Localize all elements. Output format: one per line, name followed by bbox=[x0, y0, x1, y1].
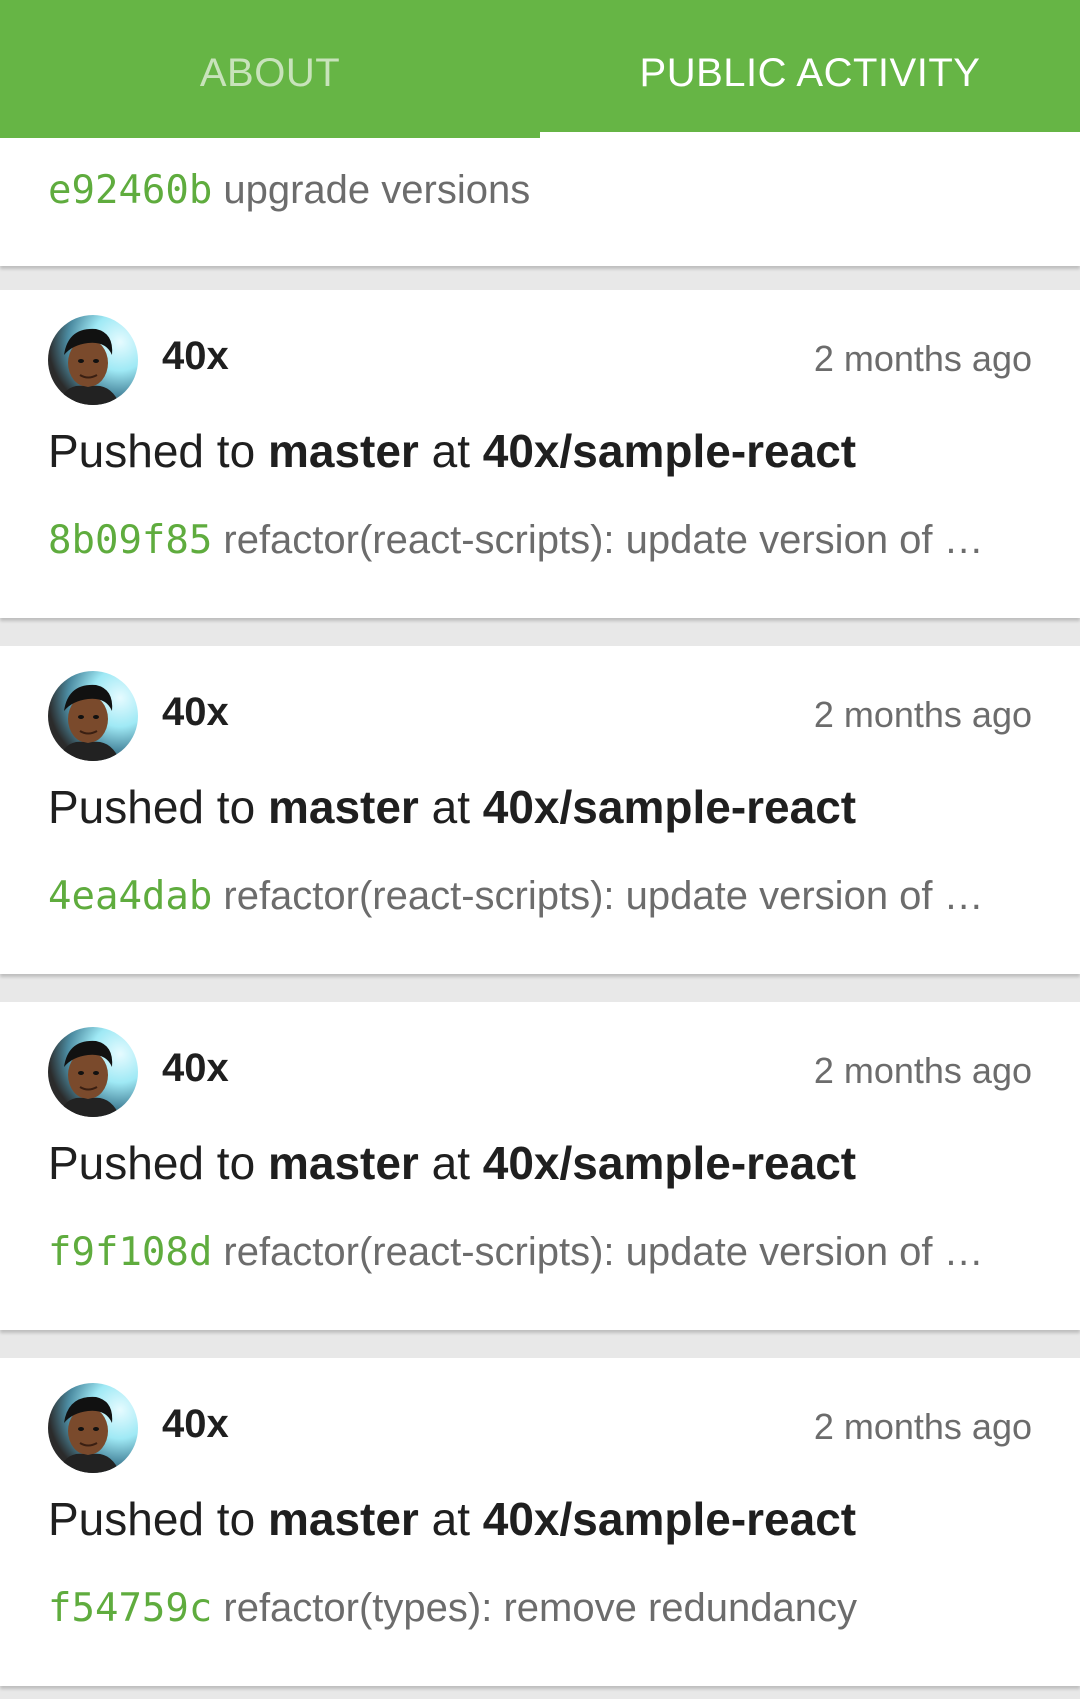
event-description: Pushed to master at 40x/sample-react bbox=[48, 780, 856, 834]
avatar[interactable] bbox=[48, 671, 138, 761]
commit-message: upgrade versions bbox=[223, 168, 531, 212]
avatar-face-icon bbox=[58, 1396, 120, 1473]
username[interactable]: 40x bbox=[162, 1046, 229, 1091]
commit-sha[interactable]: 8b09f85 bbox=[48, 518, 212, 563]
avatar-face-icon bbox=[58, 328, 120, 405]
event-repo[interactable]: 40x/sample-react bbox=[483, 781, 856, 833]
commit-sha[interactable]: 4ea4dab bbox=[48, 874, 212, 919]
event-description: Pushed to master at 40x/sample-react bbox=[48, 1136, 856, 1190]
event-preposition: at bbox=[431, 1493, 470, 1545]
username[interactable]: 40x bbox=[162, 690, 229, 735]
commit-message: refactor(react-scripts): update version … bbox=[223, 874, 984, 918]
timestamp: 2 months ago bbox=[813, 1406, 1032, 1447]
event-preposition: at bbox=[431, 425, 470, 477]
activity-card[interactable]: 40x 2 months ago Pushed to master at 40x… bbox=[0, 290, 1080, 618]
event-repo[interactable]: 40x/sample-react bbox=[483, 1493, 856, 1545]
event-action: Pushed to bbox=[48, 1137, 256, 1189]
event-repo[interactable]: 40x/sample-react bbox=[483, 1137, 856, 1189]
username[interactable]: 40x bbox=[162, 1402, 229, 1447]
avatar-face-icon bbox=[58, 684, 120, 761]
avatar[interactable] bbox=[48, 1027, 138, 1117]
commit-message: refactor(react-scripts): update version … bbox=[223, 1230, 984, 1274]
username[interactable]: 40x bbox=[162, 334, 229, 379]
event-branch[interactable]: master bbox=[268, 1137, 419, 1189]
commit-line[interactable]: e92460b upgrade versions bbox=[48, 168, 1028, 213]
event-branch[interactable]: master bbox=[268, 1493, 419, 1545]
avatar-face-icon bbox=[58, 1040, 120, 1117]
commit-line[interactable]: 4ea4dab refactor(react-scripts): update v… bbox=[48, 874, 1028, 919]
avatar[interactable] bbox=[48, 1383, 138, 1473]
event-action: Pushed to bbox=[48, 425, 256, 477]
commit-line[interactable]: f9f108d refactor(react-scripts): update v… bbox=[48, 1230, 1028, 1275]
activity-card-partial[interactable]: e92460b upgrade versions bbox=[0, 138, 1080, 266]
timestamp: 2 months ago bbox=[813, 338, 1032, 379]
commit-sha[interactable]: e92460b bbox=[48, 168, 212, 213]
activity-card[interactable]: 40x 2 months ago Pushed to master at 40x… bbox=[0, 1358, 1080, 1686]
event-description: Pushed to master at 40x/sample-react bbox=[48, 424, 856, 478]
timestamp: 2 months ago bbox=[813, 1050, 1032, 1091]
commit-message: refactor(types): remove redundancy bbox=[223, 1586, 857, 1630]
commit-line[interactable]: f54759c refactor(types): remove redundanc… bbox=[48, 1586, 1028, 1631]
commit-sha[interactable]: f9f108d bbox=[48, 1230, 212, 1275]
event-branch[interactable]: master bbox=[268, 781, 419, 833]
activity-card[interactable]: 40x 2 months ago Pushed to master at 40x… bbox=[0, 1002, 1080, 1330]
event-preposition: at bbox=[431, 781, 470, 833]
tab-public-activity[interactable]: PUBLIC ACTIVITY bbox=[540, 0, 1080, 138]
tab-public-activity-label: PUBLIC ACTIVITY bbox=[639, 50, 981, 95]
tab-bar: ABOUT PUBLIC ACTIVITY bbox=[0, 0, 1080, 138]
tab-about-label: ABOUT bbox=[199, 50, 341, 95]
event-action: Pushed to bbox=[48, 1493, 256, 1545]
activity-card[interactable]: 40x 2 months ago Pushed to master at 40x… bbox=[0, 646, 1080, 974]
event-branch[interactable]: master bbox=[268, 425, 419, 477]
event-repo[interactable]: 40x/sample-react bbox=[483, 425, 856, 477]
event-action: Pushed to bbox=[48, 781, 256, 833]
event-description: Pushed to master at 40x/sample-react bbox=[48, 1492, 856, 1546]
commit-message: refactor(react-scripts): update version … bbox=[223, 518, 984, 562]
avatar[interactable] bbox=[48, 315, 138, 405]
timestamp: 2 months ago bbox=[813, 694, 1032, 735]
event-preposition: at bbox=[431, 1137, 470, 1189]
commit-sha[interactable]: f54759c bbox=[48, 1586, 212, 1631]
tab-about[interactable]: ABOUT bbox=[0, 0, 540, 138]
commit-line[interactable]: 8b09f85 refactor(react-scripts): update v… bbox=[48, 518, 1028, 563]
